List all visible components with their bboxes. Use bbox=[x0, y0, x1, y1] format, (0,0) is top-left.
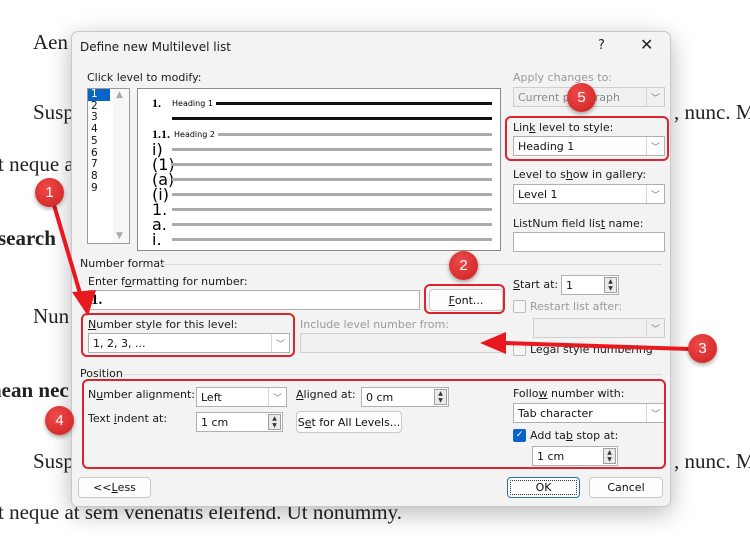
arrow-1-head bbox=[72, 290, 96, 316]
annotation-badge-2: 2 bbox=[449, 251, 478, 280]
arrow-3-line bbox=[504, 341, 691, 351]
arrow-3-head bbox=[480, 332, 506, 354]
arrow-1-line bbox=[52, 204, 84, 301]
annotation-badge-3: 3 bbox=[688, 334, 717, 363]
annotation-badge-5: 5 bbox=[567, 83, 596, 112]
annotation-arrows bbox=[52, 204, 691, 354]
annotation-badge-4: 4 bbox=[45, 406, 74, 435]
annotation-badge-1: 1 bbox=[35, 178, 64, 207]
